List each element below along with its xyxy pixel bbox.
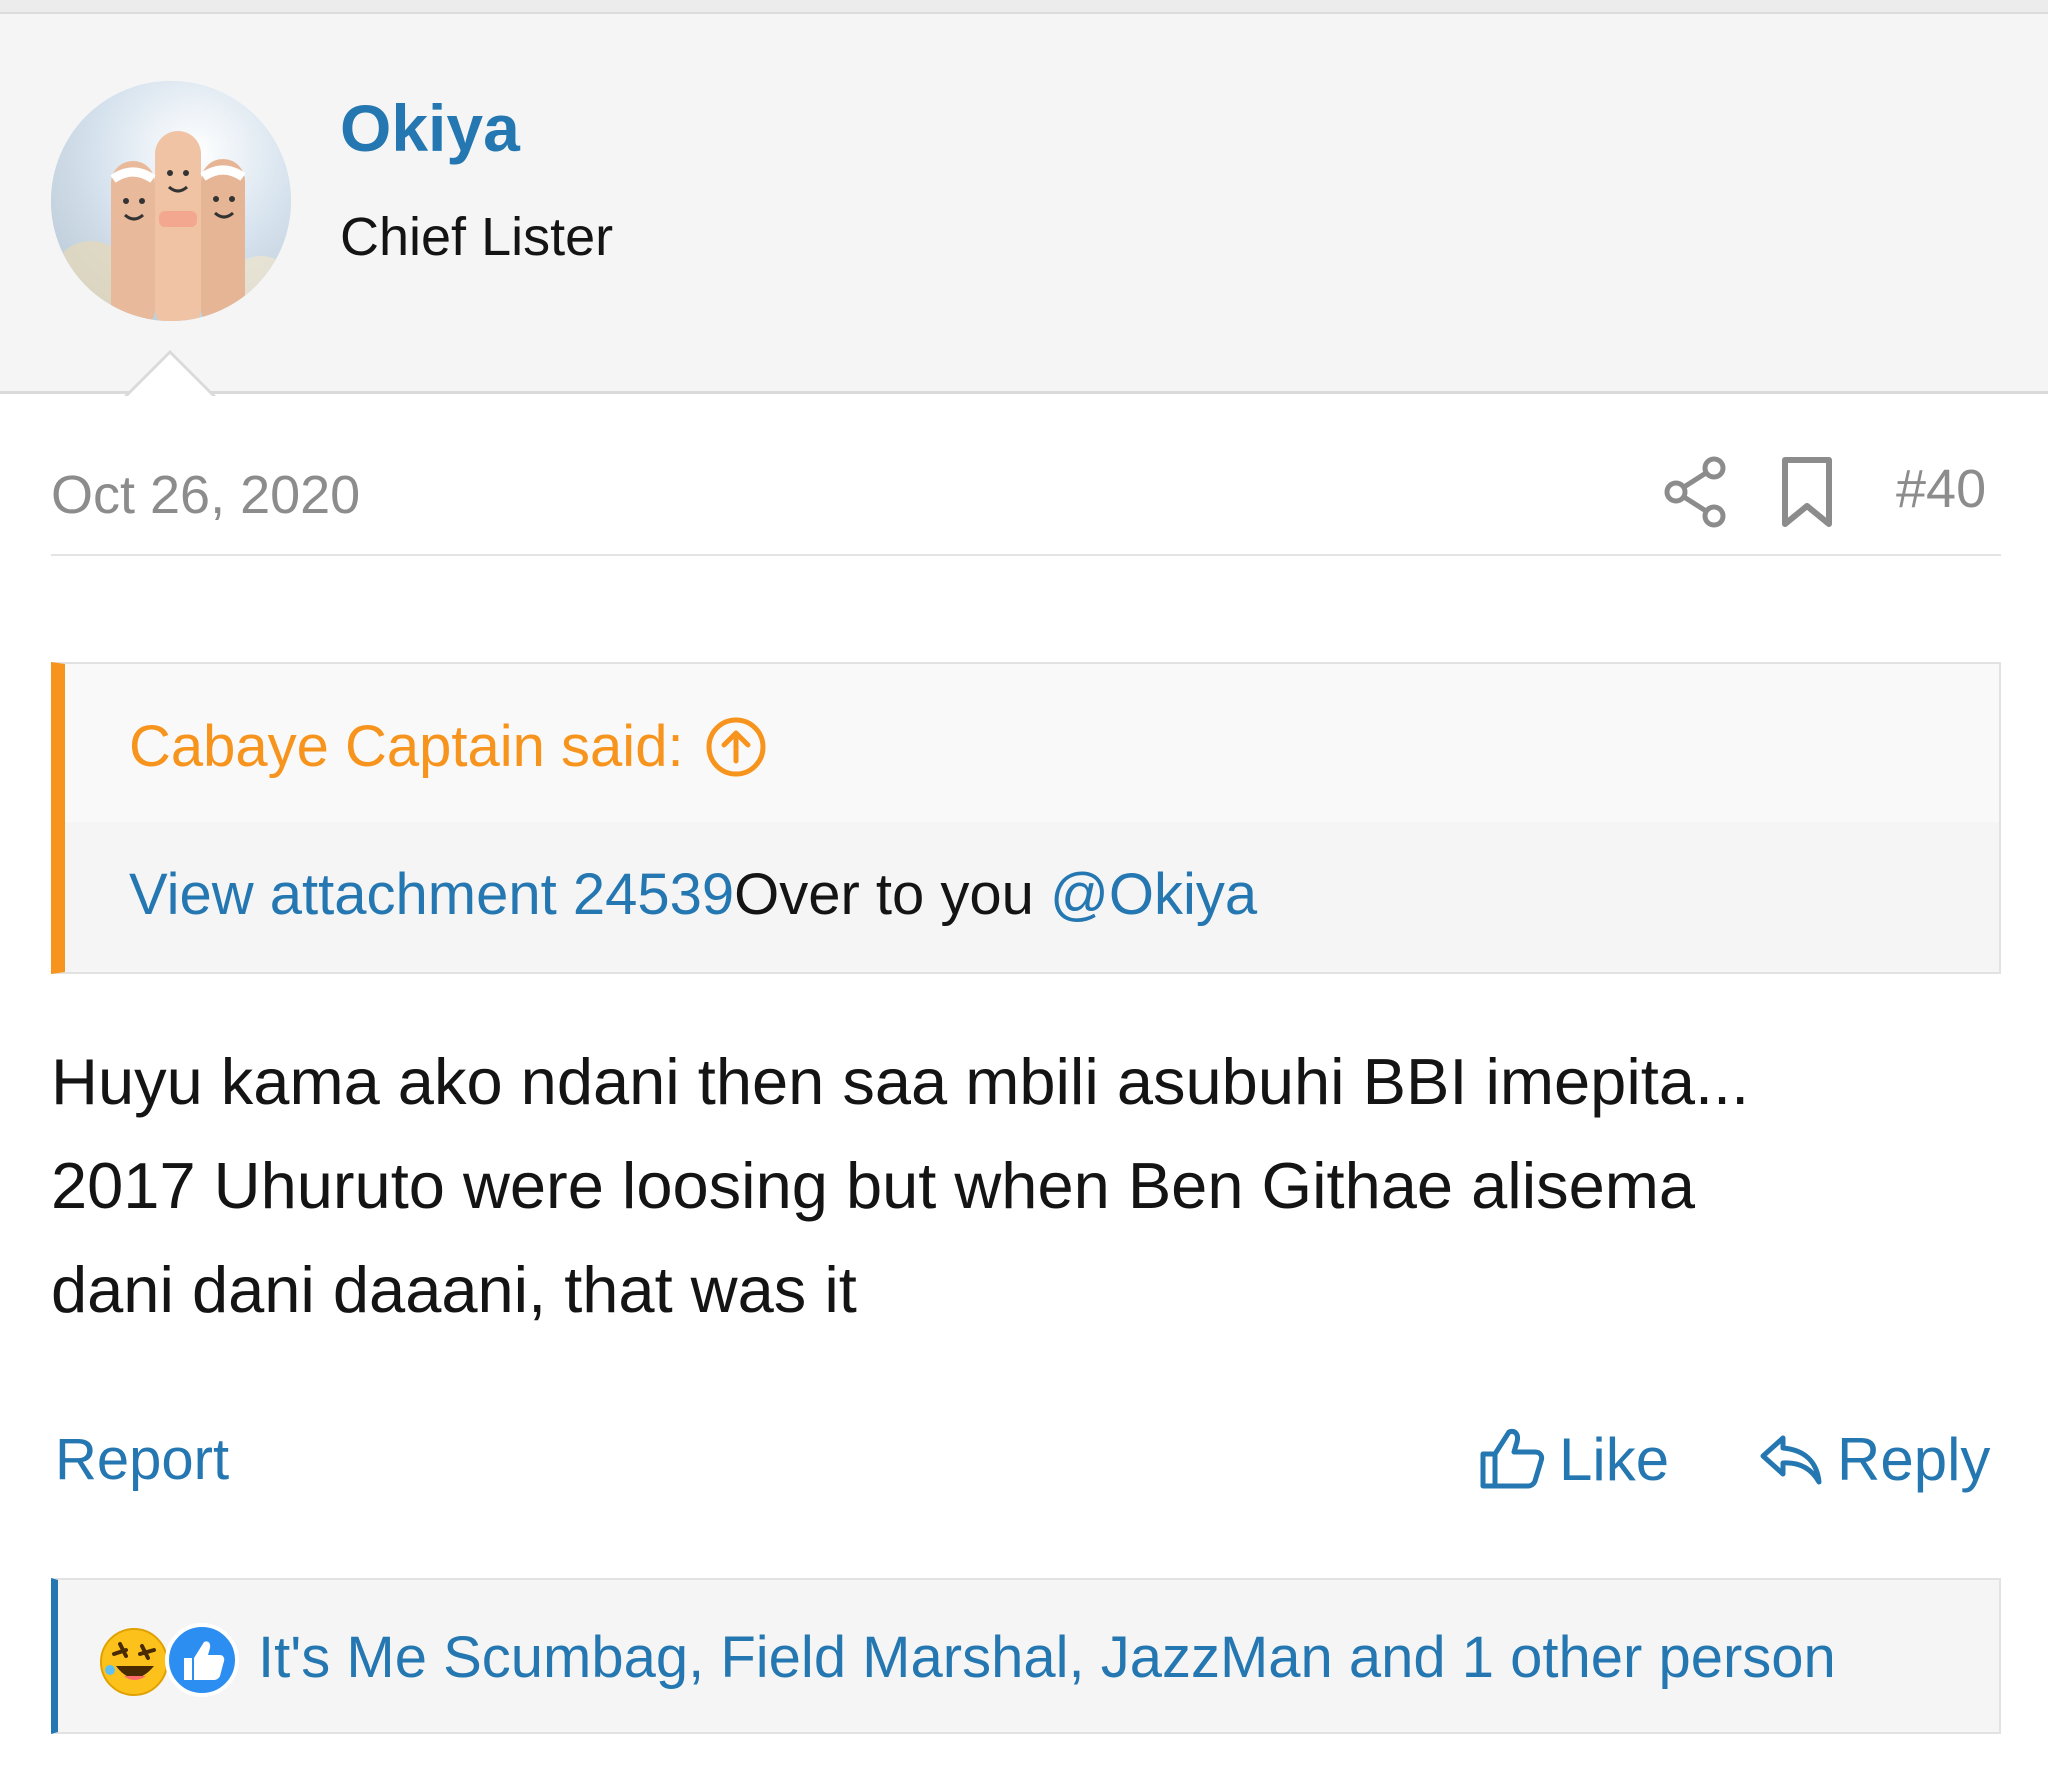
quote-block: Cabaye Captain said: View attachment 245…	[51, 662, 2001, 974]
post-user-header: Okiya Chief Lister	[0, 14, 2048, 394]
message-line: 2017 Uhuruto were loosing but when Ben G…	[51, 1149, 1696, 1222]
post-date[interactable]: Oct 26, 2020	[51, 460, 360, 530]
reply-label: Reply	[1837, 1426, 1991, 1493]
haha-reaction-icon	[100, 1628, 168, 1696]
message-line: dani dani daaani, that was it	[51, 1253, 857, 1326]
reactions-bar: It's Me Scumbag, Field Marshal, JazzMan …	[51, 1578, 2001, 1734]
reply-arrow-icon	[1760, 1435, 1822, 1485]
like-button[interactable]: Like	[1477, 1420, 1669, 1500]
post-meta-bar: Oct 26, 2020 #40	[51, 450, 2001, 556]
finger-faces-avatar-icon	[51, 81, 291, 321]
forum-post-page: Okiya Chief Lister Oct 26, 2020 #40 Caba…	[0, 0, 2048, 1767]
post-number-link[interactable]: #40	[1896, 454, 1986, 524]
view-attachment-link[interactable]: View attachment 24539	[129, 862, 734, 927]
thumbs-up-icon	[1480, 1429, 1545, 1489]
reply-button[interactable]: Reply	[1755, 1420, 1990, 1500]
header-pointer-fill	[128, 354, 212, 396]
quote-header: Cabaye Captain said:	[65, 664, 1999, 822]
post-message: Huyu kama ako ndani then saa mbili asubu…	[51, 1030, 2011, 1342]
quote-attribution-text[interactable]: Cabaye Captain said:	[129, 714, 684, 779]
quote-text: Over to you	[734, 862, 1051, 927]
report-link[interactable]: Report	[55, 1422, 229, 1498]
share-icon[interactable]	[1656, 450, 1736, 530]
author-username[interactable]: Okiya	[340, 88, 520, 168]
quote-body: View attachment 24539Over to you @Okiya	[129, 860, 1257, 930]
like-reaction-icon	[165, 1623, 239, 1697]
message-line: Huyu kama ako ndani then saa mbili asubu…	[51, 1045, 1750, 1118]
bookmark-icon[interactable]	[1771, 452, 1843, 532]
previous-post-edge	[0, 0, 2048, 14]
mention-link[interactable]: @Okiya	[1050, 862, 1257, 927]
arrow-up-circle-icon[interactable]	[704, 715, 768, 779]
quote-attribution[interactable]: Cabaye Captain said:	[129, 712, 768, 782]
author-title: Chief Lister	[340, 207, 614, 267]
user-avatar[interactable]	[51, 81, 291, 321]
like-label: Like	[1559, 1426, 1670, 1493]
reactions-summary-link[interactable]: It's Me Scumbag, Field Marshal, JazzMan …	[258, 1622, 1836, 1694]
